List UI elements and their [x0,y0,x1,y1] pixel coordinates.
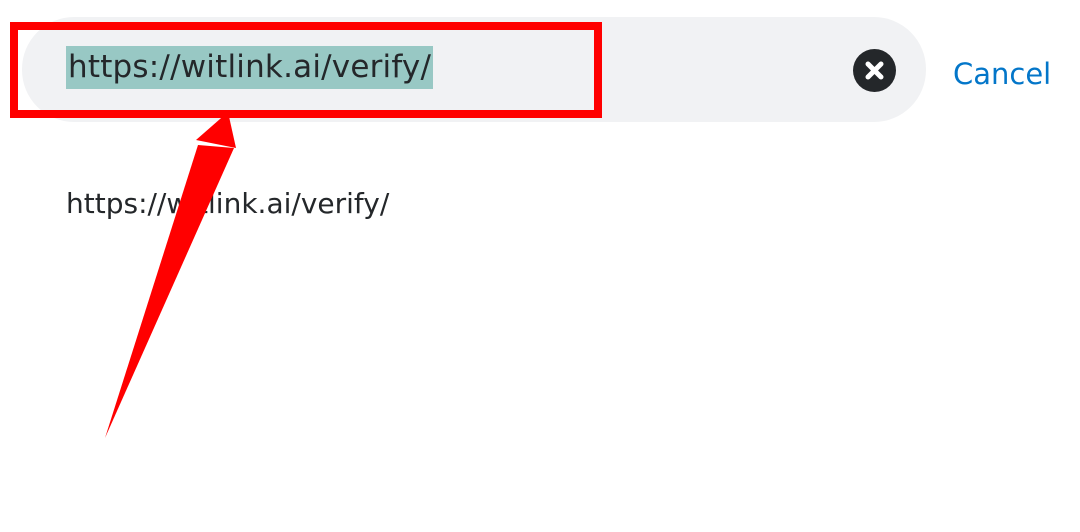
clear-button[interactable] [853,49,896,92]
suggestion-item[interactable]: https://witlink.ai/verify/ [66,184,389,224]
url-input[interactable]: https://witlink.ai/verify/ [66,46,434,89]
cancel-button[interactable]: Cancel [953,52,1051,96]
close-circle-icon [865,61,884,80]
browser-address-screen: https://witlink.ai/verify/ Cancel https:… [0,0,1080,532]
